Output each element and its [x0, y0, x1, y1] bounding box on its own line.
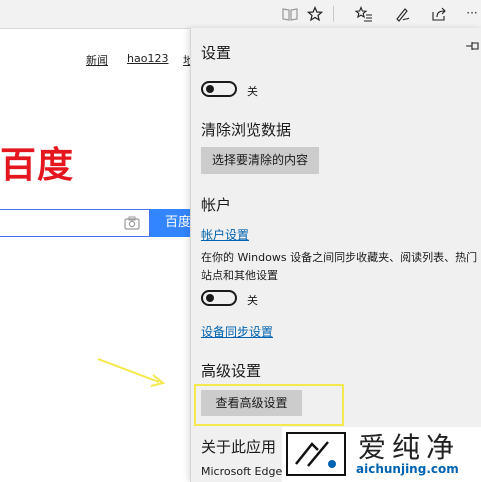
- nav-link-hao123[interactable]: hao123: [127, 52, 168, 65]
- advanced-heading: 高级设置: [201, 362, 262, 380]
- device-sync-link[interactable]: 设备同步设置: [201, 323, 273, 340]
- sync-description: 在你的 Windows 设备之间同步收藏夹、阅读列表、热门站点和其他设置: [201, 251, 478, 282]
- about-heading: 关于此应用: [201, 438, 277, 456]
- about-app-name: Microsoft Edge: [201, 465, 283, 478]
- account-heading: 帐户: [201, 196, 232, 214]
- watermark-text: 爱纯净: [358, 431, 461, 464]
- reading-view-icon[interactable]: [278, 2, 302, 26]
- watermark-logo-icon: [286, 432, 346, 476]
- search-button[interactable]: 百度一下: [150, 209, 195, 237]
- clear-data-heading: 清除浏览数据: [201, 121, 292, 139]
- favorites-hub-icon[interactable]: [352, 2, 376, 26]
- choose-clear-button[interactable]: 选择要清除的内容: [201, 147, 319, 174]
- toolbar-divider: [333, 6, 334, 22]
- highlight-box: [194, 384, 344, 426]
- toggle-knob: [206, 85, 214, 93]
- account-settings-link[interactable]: 帐户设置: [201, 226, 249, 243]
- favorite-star-icon[interactable]: [303, 2, 327, 26]
- share-icon[interactable]: [427, 2, 451, 26]
- toggle-switch-2[interactable]: [201, 290, 237, 306]
- baidu-logo: 百度: [0, 145, 75, 186]
- toggle-1-label: 关: [247, 85, 258, 98]
- toggle-2-label: 关: [247, 294, 258, 307]
- nav-link-news[interactable]: 新闻: [86, 52, 108, 68]
- settings-title: 设置: [201, 44, 232, 62]
- annotation-arrow: [97, 358, 166, 387]
- toggle-knob: [206, 294, 214, 302]
- web-note-pen-icon[interactable]: [390, 2, 414, 26]
- camera-icon[interactable]: [124, 215, 140, 234]
- more-icon[interactable]: ···: [460, 1, 481, 25]
- watermark-url: aichunjing.com: [356, 462, 459, 476]
- pin-icon[interactable]: [465, 40, 481, 56]
- toggle-switch-1[interactable]: [201, 81, 237, 97]
